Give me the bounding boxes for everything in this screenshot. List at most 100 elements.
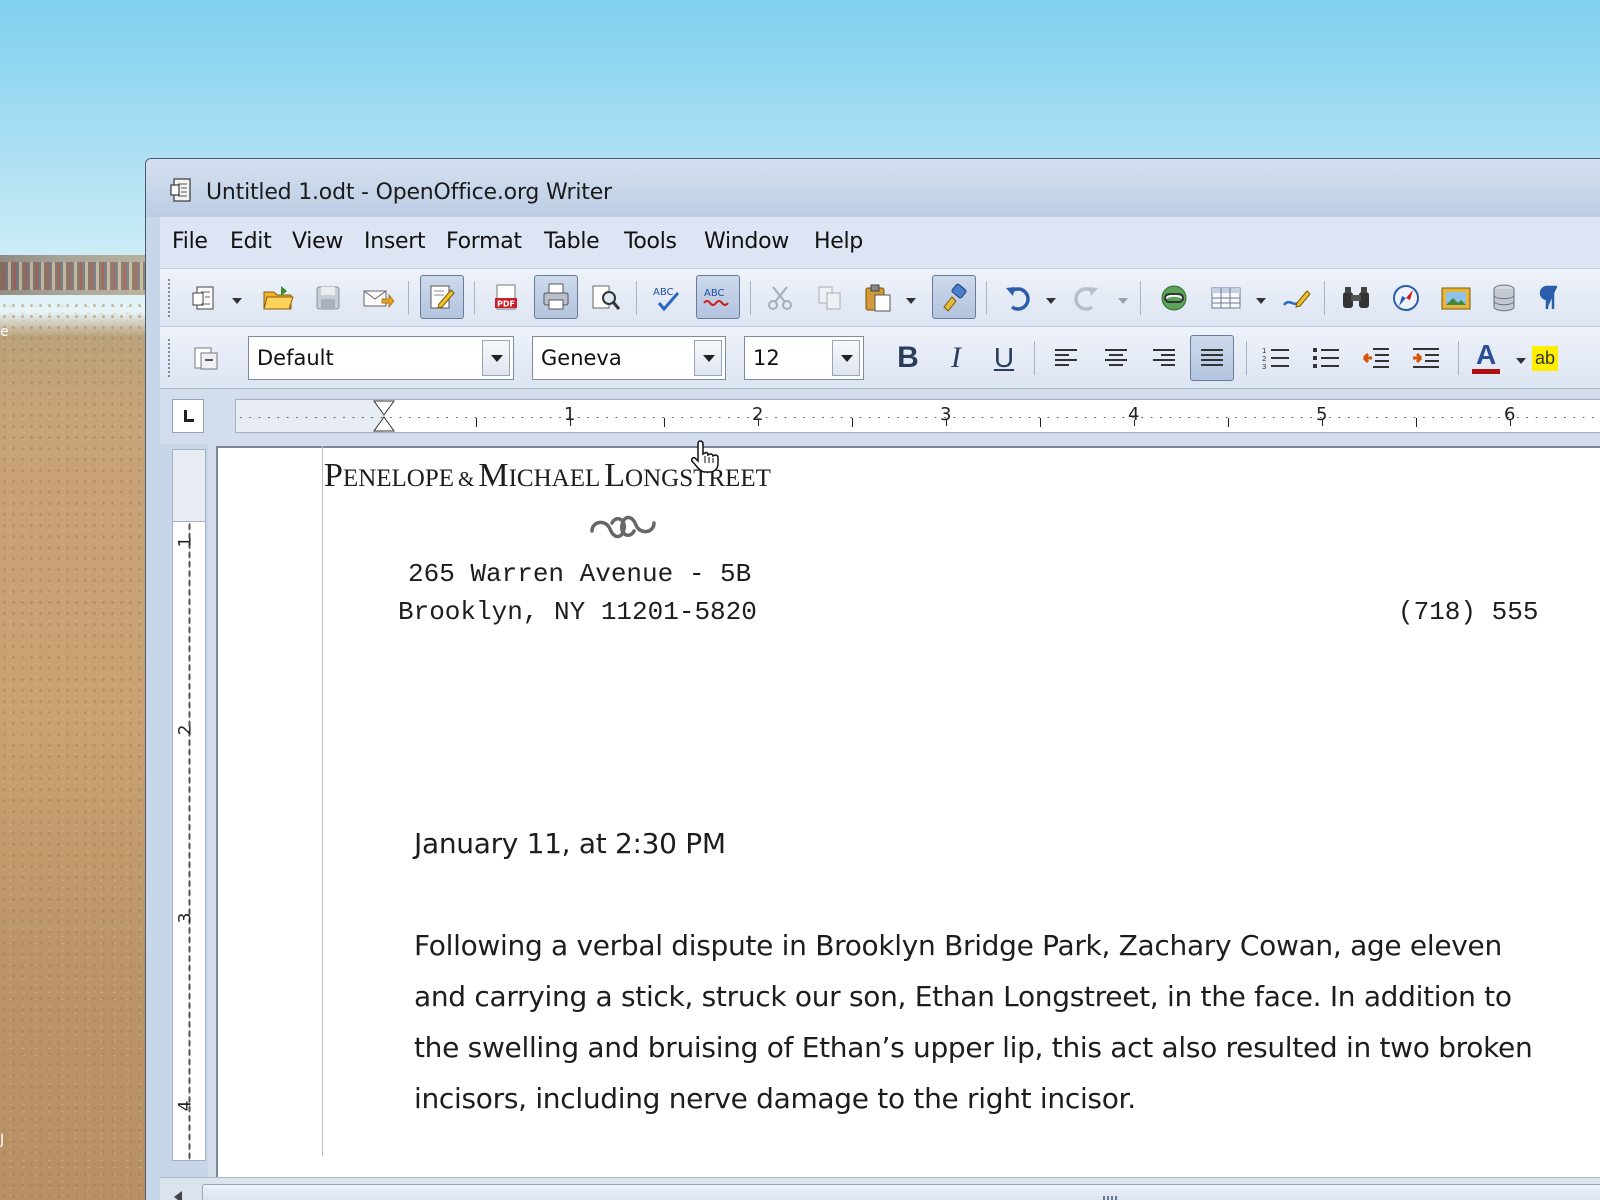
paragraph-line: and carrying a stick, struck our son, Et… xyxy=(414,980,1512,1013)
highlight-label: ab xyxy=(1532,345,1559,371)
distant-crowd xyxy=(0,262,150,290)
font-color-dropdown[interactable] xyxy=(1516,355,1526,365)
email-document-icon[interactable] xyxy=(356,276,400,320)
desktop-icon-label-fragment[interactable]: J xyxy=(0,1132,4,1148)
hand-cursor-icon xyxy=(691,440,719,473)
menu-tools[interactable]: Tools xyxy=(624,229,677,254)
svg-text:3: 3 xyxy=(1262,363,1266,370)
ornament-flourish-icon xyxy=(590,515,656,539)
gallery-icon[interactable] xyxy=(1434,276,1478,320)
new-document-icon[interactable] xyxy=(182,276,226,320)
paragraph-style-combo[interactable]: Default xyxy=(248,336,514,380)
writer-document-icon xyxy=(170,178,191,202)
undo-dropdown[interactable] xyxy=(1046,295,1056,305)
font-name-value: Geneva xyxy=(541,346,622,370)
svg-text:2: 2 xyxy=(1262,355,1266,363)
title-bar[interactable]: Untitled 1.odt - OpenOffice.org Writer xyxy=(146,159,1600,217)
highlighting-button[interactable]: ab xyxy=(1532,336,1576,380)
increase-indent-icon[interactable] xyxy=(1404,336,1448,380)
formatting-marks-icon[interactable] xyxy=(1526,276,1570,320)
numbering-icon[interactable]: 123 xyxy=(1254,336,1298,380)
paste-dropdown[interactable] xyxy=(906,295,916,305)
decrease-indent-icon[interactable] xyxy=(1354,336,1398,380)
menu-bar: File Edit View Insert Format Table Tools… xyxy=(160,217,1600,269)
paste-icon[interactable] xyxy=(856,276,900,320)
styles-formatting-icon[interactable] xyxy=(184,336,228,380)
phone-number: (718) 555 xyxy=(1398,597,1539,627)
new-document-dropdown[interactable] xyxy=(232,295,242,305)
paragraph-line: the swelling and bruising of Ethan’s upp… xyxy=(414,1031,1533,1064)
scroll-left-icon[interactable] xyxy=(174,1191,182,1200)
align-center-icon[interactable] xyxy=(1094,336,1138,380)
menu-format[interactable]: Format xyxy=(446,229,522,254)
justify-icon[interactable] xyxy=(1190,335,1234,381)
formatting-toolbar: Default Geneva 12 B I U 123 A ab xyxy=(160,327,1600,389)
align-left-icon[interactable] xyxy=(1044,336,1088,380)
menu-help[interactable]: Help xyxy=(814,229,863,254)
italic-button[interactable]: I xyxy=(934,336,978,380)
menu-insert[interactable]: Insert xyxy=(364,229,426,254)
clone-formatting-icon[interactable] xyxy=(932,275,976,319)
spellcheck-icon[interactable]: ABC xyxy=(646,276,690,320)
export-pdf-icon[interactable]: PDF xyxy=(484,276,528,320)
autospellcheck-icon[interactable]: ABC xyxy=(696,275,740,319)
save-icon[interactable] xyxy=(306,276,350,320)
horizontal-scrollbar[interactable] xyxy=(160,1177,1600,1200)
print-icon[interactable] xyxy=(534,275,578,319)
ruler-number: 4 xyxy=(175,1100,196,1112)
menu-file[interactable]: File xyxy=(172,229,208,254)
bold-button[interactable]: B xyxy=(886,336,930,380)
page-preview-icon[interactable] xyxy=(584,276,628,320)
cut-icon[interactable] xyxy=(758,276,802,320)
redo-dropdown[interactable] xyxy=(1118,295,1128,305)
paragraph-style-value: Default xyxy=(257,346,334,370)
font-size-value: 12 xyxy=(753,346,780,370)
menu-window[interactable]: Window xyxy=(704,229,789,254)
undo-icon[interactable] xyxy=(996,276,1040,320)
menu-table[interactable]: Table xyxy=(544,229,600,254)
date-line: January 11, at 2:30 PM xyxy=(414,827,726,860)
svg-text:ABC: ABC xyxy=(653,287,674,298)
toolbar-grip[interactable] xyxy=(168,279,172,317)
writer-window: Untitled 1.odt - OpenOffice.org Writer F… xyxy=(145,158,1600,1200)
redo-icon[interactable] xyxy=(1064,276,1108,320)
copy-icon[interactable] xyxy=(808,276,852,320)
data-sources-icon[interactable] xyxy=(1482,276,1526,320)
ruler-number: 1 xyxy=(175,536,196,548)
navigator-icon[interactable] xyxy=(1384,276,1428,320)
text-boundary-line xyxy=(322,446,323,1156)
document-page[interactable] xyxy=(216,446,1600,1186)
indent-marker-icon[interactable] xyxy=(372,400,396,432)
draw-functions-icon[interactable] xyxy=(1274,276,1318,320)
menu-view[interactable]: View xyxy=(292,229,343,254)
font-color-button[interactable]: A xyxy=(1464,336,1508,380)
svg-text:PDF: PDF xyxy=(497,300,515,309)
vertical-ruler[interactable]: 1 2 3 4 xyxy=(172,521,206,1161)
ruler-number: 2 xyxy=(175,724,196,736)
menu-edit[interactable]: Edit xyxy=(230,229,272,254)
horizontal-ruler[interactable]: 1 2 3 4 5 6 xyxy=(235,399,1600,433)
bullets-icon[interactable] xyxy=(1304,336,1348,380)
align-right-icon[interactable] xyxy=(1142,336,1186,380)
scrollbar-thumb[interactable] xyxy=(202,1184,1600,1200)
chevron-down-icon[interactable] xyxy=(832,340,860,376)
desktop-icon-label-fragment[interactable]: e xyxy=(0,324,9,340)
find-replace-icon[interactable] xyxy=(1334,276,1378,320)
chevron-down-icon[interactable] xyxy=(482,340,510,376)
tab-stop-type-button[interactable] xyxy=(172,399,204,433)
standard-toolbar: PDF ABC ABC xyxy=(160,269,1600,327)
ruler-area: 1 2 3 4 5 6 xyxy=(160,389,1600,444)
svg-text:1: 1 xyxy=(1262,347,1266,355)
font-name-combo[interactable]: Geneva xyxy=(532,336,726,380)
underline-button[interactable]: U xyxy=(982,336,1026,380)
font-size-combo[interactable]: 12 xyxy=(744,336,864,380)
font-color-swatch xyxy=(1472,369,1500,374)
toolbar-grip[interactable] xyxy=(168,339,172,377)
paragraph-line: incisors, including nerve damage to the … xyxy=(414,1082,1136,1115)
table-dropdown[interactable] xyxy=(1256,295,1266,305)
edit-file-icon[interactable] xyxy=(420,275,464,319)
table-icon[interactable] xyxy=(1204,276,1248,320)
chevron-down-icon[interactable] xyxy=(694,340,722,376)
open-folder-icon[interactable] xyxy=(256,276,300,320)
hyperlink-icon[interactable] xyxy=(1152,276,1196,320)
